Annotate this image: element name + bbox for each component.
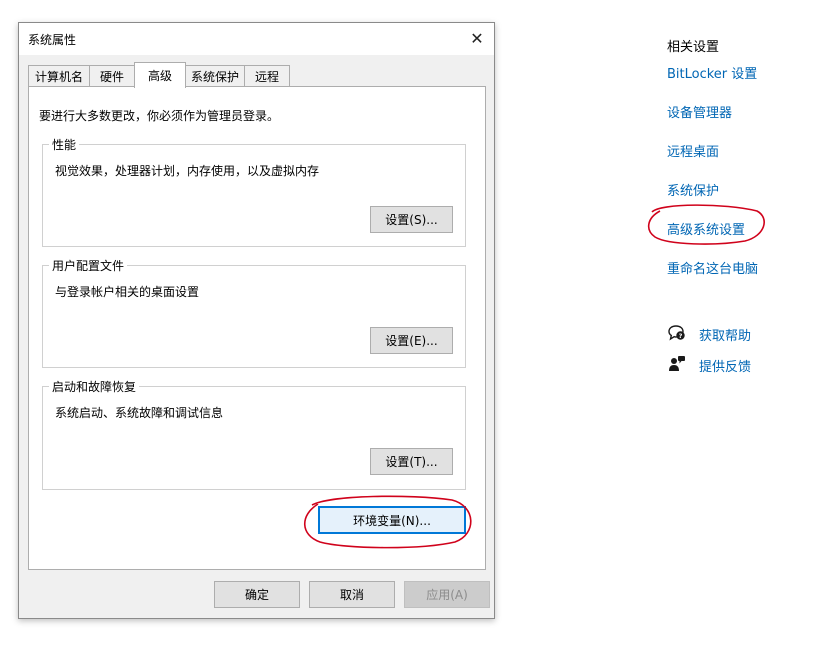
tab-label: 硬件 [99, 69, 124, 84]
admin-note: 要进行大多数更改，你必须作为管理员登录。 [39, 109, 280, 123]
dialog-title: 系统属性 [28, 33, 77, 47]
feedback-icon [669, 356, 685, 371]
startup-recovery-group: 启动和故障恢复 系统启动、系统故障和调试信息 设置(T)... [42, 378, 466, 490]
tab-label: 系统保护 [190, 69, 239, 84]
button-label: 确定 [244, 588, 269, 602]
title-bar: 系统属性 ✕ [19, 23, 494, 55]
related-settings-heading: 相关设置 [667, 40, 720, 55]
button-label: 取消 [339, 588, 364, 602]
group-title: 性能 [49, 136, 80, 153]
performance-group: 性能 视觉效果，处理器计划，内存使用，以及虚拟内存 设置(S)... [42, 136, 466, 247]
tab-advanced[interactable]: 高级 [134, 62, 186, 88]
close-icon[interactable]: ✕ [462, 24, 492, 52]
startup-recovery-settings-button[interactable]: 设置(T)... [370, 448, 453, 475]
button-label: 环境变量(N)... [353, 513, 431, 528]
user-profiles-settings-button[interactable]: 设置(E)... [370, 327, 453, 354]
apply-button[interactable]: 应用(A) [404, 581, 490, 608]
group-description: 视觉效果，处理器计划，内存使用，以及虚拟内存 [55, 164, 320, 178]
user-profiles-group: 用户配置文件 与登录帐户相关的桌面设置 设置(E)... [42, 257, 466, 368]
chat-help-icon: ? [668, 325, 685, 341]
performance-settings-button[interactable]: 设置(S)... [370, 206, 453, 233]
link-rename-pc[interactable]: 重命名这台电脑 [667, 258, 758, 277]
tab-label: 计算机名 [34, 69, 83, 84]
cancel-button[interactable]: 取消 [309, 581, 395, 608]
group-description: 系统启动、系统故障和调试信息 [55, 406, 224, 420]
system-properties-dialog: 系统属性 ✕ 计算机名 硬件 高级 系统保护 远程 要进行大多数更改，你必须作为… [18, 22, 495, 619]
button-label: 设置(T)... [385, 455, 438, 469]
group-description: 与登录帐户相关的桌面设置 [55, 285, 200, 299]
link-device-manager[interactable]: 设备管理器 [667, 102, 732, 121]
tab-hardware[interactable]: 硬件 [89, 65, 135, 86]
button-label: 设置(E)... [385, 334, 438, 348]
link-remote-desktop[interactable]: 远程桌面 [667, 141, 719, 160]
button-label: 设置(S)... [385, 213, 438, 227]
environment-variables-button[interactable]: 环境变量(N)... [318, 506, 466, 534]
tab-remote[interactable]: 远程 [244, 65, 290, 86]
link-give-feedback[interactable]: 提供反馈 [699, 356, 751, 375]
link-bitlocker-settings[interactable]: BitLocker 设置 [667, 63, 757, 82]
tab-label: 远程 [254, 69, 279, 84]
group-title: 用户配置文件 [49, 257, 128, 274]
ok-button[interactable]: 确定 [214, 581, 300, 608]
link-system-protection[interactable]: 系统保护 [667, 180, 719, 199]
svg-text:?: ? [679, 332, 683, 340]
group-title: 启动和故障恢复 [49, 378, 140, 395]
button-label: 应用(A) [426, 588, 468, 602]
tab-system-protection[interactable]: 系统保护 [185, 65, 245, 86]
tab-label: 高级 [147, 69, 172, 83]
link-get-help[interactable]: 获取帮助 [699, 325, 751, 344]
link-advanced-system-settings[interactable]: 高级系统设置 [667, 219, 745, 238]
tab-computer-name[interactable]: 计算机名 [28, 65, 90, 86]
